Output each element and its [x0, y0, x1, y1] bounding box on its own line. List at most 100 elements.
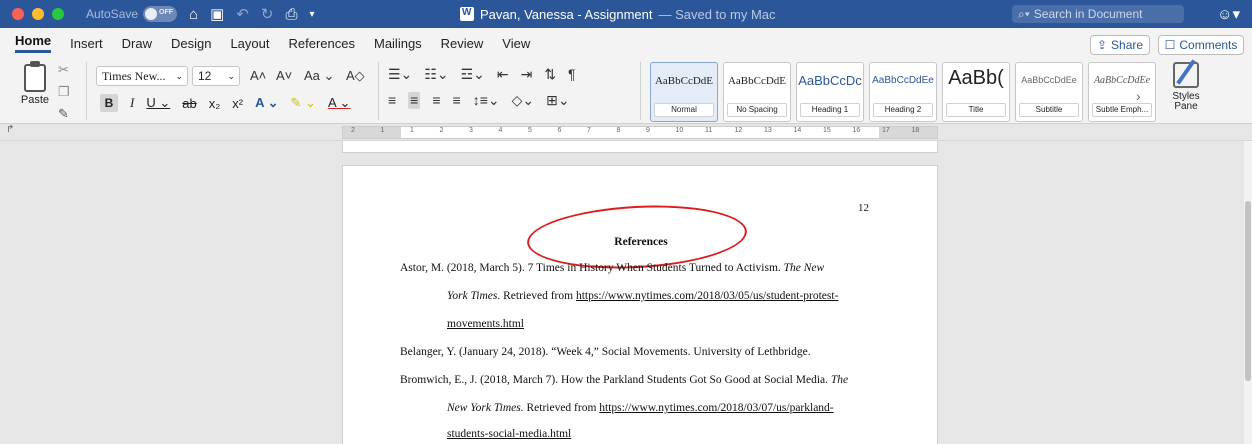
ref-bromwich-line-1: Bromwich, E., J. (2018, March 7). How th… — [400, 374, 849, 386]
tab-layout[interactable]: Layout — [230, 36, 269, 51]
style-heading-1[interactable]: AaBbCcDc Heading 1 — [796, 62, 864, 122]
decrease-font-size-icon[interactable]: A˅ — [276, 68, 292, 83]
style-subtitle[interactable]: AaBbCcDdEe Subtitle — [1015, 62, 1083, 122]
astor-link-cont[interactable]: movements.html — [447, 318, 524, 330]
autosave-control[interactable]: AutoSave OFF — [86, 6, 178, 22]
save-icon[interactable]: ▣ — [210, 5, 224, 23]
ruler-number: 15 — [823, 127, 831, 134]
separator — [378, 62, 379, 120]
text-effects-icon[interactable]: A ⌄ — [255, 95, 278, 111]
print-icon[interactable]: ⎙ — [285, 6, 297, 23]
share-icon: ⇪ — [1096, 38, 1108, 52]
undo-icon[interactable]: ↶ — [236, 5, 249, 23]
styles-pane-button[interactable]: Styles Pane — [1166, 62, 1206, 112]
tab-references[interactable]: References — [289, 36, 355, 51]
style-title[interactable]: AaBb( Title — [942, 62, 1010, 122]
subscript-button[interactable]: x₂ — [209, 96, 221, 111]
comments-button[interactable]: ☐ Comments — [1158, 35, 1244, 55]
change-case-icon[interactable]: Aa ⌄ — [304, 68, 334, 84]
customize-toolbar-icon[interactable]: ▾ — [309, 9, 314, 20]
search-document-input[interactable]: ⌕▾ Search in Document — [1012, 5, 1184, 23]
numbering-icon[interactable]: ☷⌄ — [424, 66, 448, 83]
vertical-scrollbar[interactable] — [1244, 141, 1252, 444]
ruler-number: 3 — [469, 127, 473, 134]
font-color-icon[interactable]: A ⌄ — [328, 95, 350, 111]
autosave-label: AutoSave — [86, 7, 139, 21]
share-button[interactable]: ⇪ Share — [1090, 35, 1150, 55]
tab-view[interactable]: View — [502, 36, 530, 51]
line-spacing-icon[interactable]: ↕≡⌄ — [473, 92, 500, 109]
tab-draw[interactable]: Draw — [122, 36, 152, 51]
italic-button[interactable]: I — [130, 95, 134, 111]
style-no-spacing[interactable]: AaBbCcDdE No Spacing — [723, 62, 791, 122]
sort-icon[interactable]: ⇅ — [544, 66, 556, 83]
increase-indent-icon[interactable]: ⇥ — [521, 66, 533, 83]
underline-button[interactable]: U ⌄ — [146, 95, 170, 111]
horizontal-ruler[interactable]: 2 1 1 2 3 4 5 6 7 8 9 10 11 12 13 14 15 16 17 18 — [342, 126, 938, 139]
tab-insert[interactable]: Insert — [70, 36, 103, 51]
highlight-color-icon[interactable]: ✎ ⌄ — [291, 95, 316, 111]
bold-button[interactable]: B — [100, 94, 118, 112]
paste-button[interactable]: Paste — [18, 61, 52, 106]
autosave-toggle[interactable]: OFF — [143, 6, 178, 22]
zoom-window-button[interactable] — [52, 8, 64, 20]
style-normal[interactable]: AaBbCcDdE Normal — [650, 62, 718, 122]
styles-pane-icon — [1173, 62, 1199, 88]
ruler-number: 7 — [587, 127, 591, 134]
format-painter-icon[interactable]: ✎ — [58, 106, 70, 122]
tab-mailings[interactable]: Mailings — [374, 36, 422, 51]
clipboard-tools: ✂ ❐ ✎ — [58, 62, 70, 122]
ruler-number: 2 — [439, 127, 444, 134]
save-status: — Saved to my Mac — [658, 6, 776, 22]
decrease-indent-icon[interactable]: ⇤ — [497, 66, 509, 83]
tab-design[interactable]: Design — [171, 36, 211, 51]
shading-icon[interactable]: ◇⌄ — [512, 92, 535, 109]
tab-home[interactable]: Home — [15, 33, 52, 53]
align-right-icon[interactable]: ≡ — [432, 92, 440, 109]
close-window-button[interactable] — [12, 8, 24, 20]
redo-icon[interactable]: ↻ — [261, 5, 274, 23]
bromwich-link[interactable]: https://www.nytimes.com/2018/03/07/us/pa… — [599, 402, 833, 414]
ref-belanger: Belanger, Y. (January 24, 2018). “Week 4… — [400, 346, 811, 358]
copy-icon[interactable]: ❐ — [58, 84, 70, 100]
scrollbar-thumb[interactable] — [1245, 201, 1251, 381]
superscript-button[interactable]: x² — [232, 96, 243, 111]
separator — [640, 62, 641, 120]
bullets-icon[interactable]: ☰⌄ — [388, 66, 412, 83]
align-left-icon[interactable]: ≡ — [388, 92, 396, 109]
clear-formatting-icon[interactable]: A◇ — [346, 68, 365, 84]
ref-bromwich-line-3: students-social-media.html — [447, 428, 571, 440]
ruler-number: 4 — [498, 127, 503, 134]
ruler-number: 10 — [675, 127, 684, 134]
tab-stop-icon[interactable]: ↱ — [6, 124, 14, 135]
ref-astor-line-1: Astor, M. (2018, March 5). 7 Times in Hi… — [400, 262, 825, 274]
justify-icon[interactable]: ≡ — [453, 92, 461, 109]
cut-icon[interactable]: ✂ — [58, 62, 70, 78]
document-page[interactable]: 12 References Astor, M. (2018, March 5).… — [342, 165, 938, 444]
font-size-select[interactable]: 12 ⌄ — [192, 66, 240, 86]
ruler-number: 2 — [351, 127, 355, 134]
multilevel-list-icon[interactable]: ☲⌄ — [461, 66, 485, 83]
increase-font-size-icon[interactable]: A˄ — [250, 68, 266, 83]
font-format-row: B I U ⌄ ab x₂ x² A ⌄ ✎ ⌄ A ⌄ — [100, 94, 350, 112]
tab-review[interactable]: Review — [441, 36, 484, 51]
ruler-number: 16 — [852, 127, 861, 134]
borders-icon[interactable]: ⊞⌄ — [546, 92, 569, 109]
word-document-icon — [460, 7, 474, 21]
style-subtle-emphasis[interactable]: AaBbCcDdEe Subtle Emph... — [1088, 62, 1156, 122]
astor-link[interactable]: https://www.nytimes.com/2018/03/05/us/st… — [576, 290, 838, 302]
styles-more-icon[interactable]: › — [1136, 88, 1141, 104]
minimize-window-button[interactable] — [32, 8, 44, 20]
align-center-icon[interactable]: ≡ — [408, 92, 421, 109]
feedback-smiley-icon[interactable]: ☺▾ — [1217, 5, 1240, 23]
ribbon: Home Insert Draw Design Layout Reference… — [0, 28, 1252, 124]
style-heading-2[interactable]: AaBbCcDdEe Heading 2 — [869, 62, 937, 122]
home-icon[interactable]: ⌂ — [189, 6, 198, 23]
bromwich-link-cont[interactable]: students-social-media.html — [447, 428, 571, 440]
search-placeholder: Search in Document — [1033, 7, 1143, 21]
ruler-number: 1 — [380, 127, 385, 134]
show-formatting-icon[interactable]: ¶ — [568, 66, 576, 83]
font-name-select[interactable]: Times New... ⌄ — [96, 66, 188, 86]
strikethrough-button[interactable]: ab — [182, 96, 196, 111]
clipboard-icon — [24, 61, 46, 92]
